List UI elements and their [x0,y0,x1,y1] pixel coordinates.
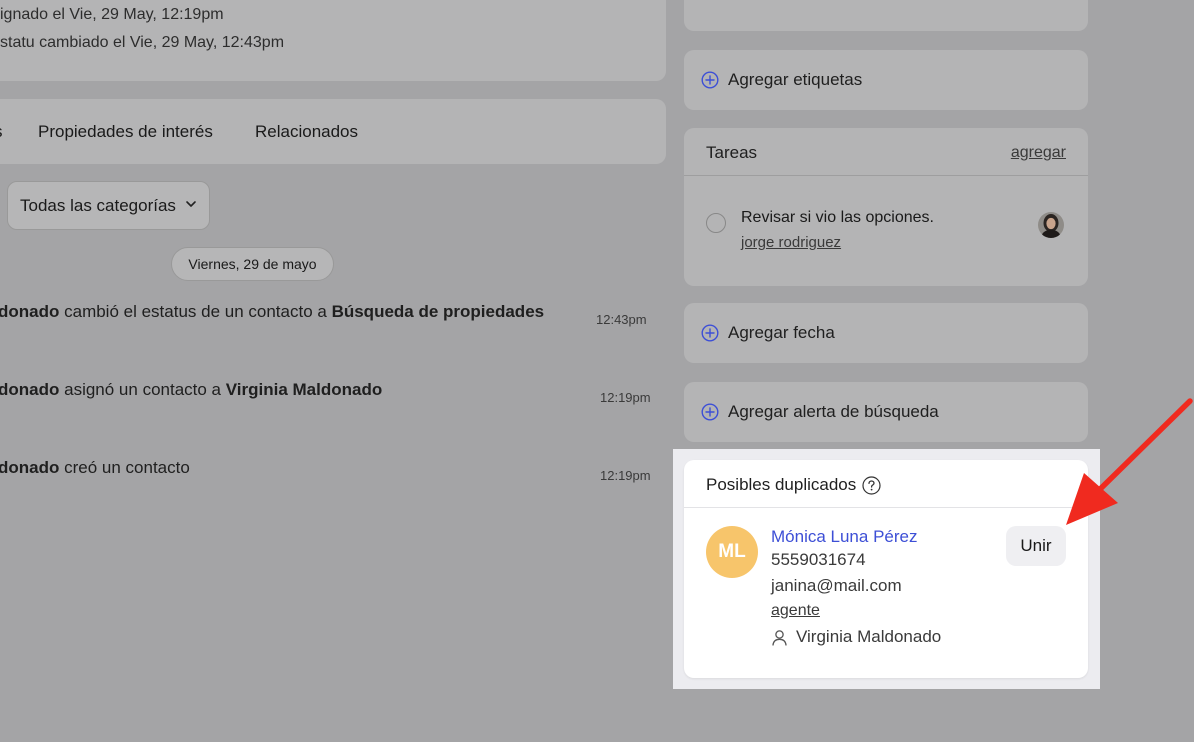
duplicate-contact-name-link[interactable]: Mónica Luna Pérez [771,527,917,547]
activity-item: donado creó un contacto [0,458,190,478]
divider [684,507,1088,508]
duplicate-contact-email: janina@mail.com [771,576,902,595]
plus-circle-icon [701,71,719,89]
activity-item: donado cambió el estatus de un contacto … [0,302,544,322]
activity-time: 12:19pm [600,390,651,405]
add-date-label: Agregar fecha [728,323,835,342]
divider [684,175,1088,176]
tab-partial[interactable]: s [0,122,3,142]
add-date-card[interactable]: Agregar fecha [684,303,1088,363]
activity-target: Búsqueda de propiedades [331,302,545,321]
possible-duplicates-card: Posibles duplicados ML Mónica Luna Pérez… [684,460,1088,678]
activity-time: 12:19pm [600,468,651,483]
assignee-avatar [1038,212,1064,238]
duplicate-contact-role-link[interactable]: agente [771,602,820,620]
status-history-card: ignado el Vie, 29 May, 12:19pm statu cam… [0,0,666,81]
plus-circle-icon [701,403,719,421]
activity-time: 12:43pm [596,312,647,327]
tasks-card: Tareas agregar Revisar si vio las opcion… [684,128,1088,286]
history-line-assigned: ignado el Vie, 29 May, 12:19pm [0,6,224,23]
chevron-down-icon [186,201,196,207]
user-icon [772,629,787,646]
add-search-alert-label: Agregar alerta de búsqueda [728,402,939,421]
task-assignee-link[interactable]: jorge rodriguez [741,234,841,251]
sidebar-top-card [684,0,1088,31]
duplicates-title-text: Posibles duplicados [706,475,857,494]
duplicate-contact-agent: Virginia Maldonado [771,627,941,647]
activity-action: cambió el estatus de un contacto a [59,302,332,321]
help-icon[interactable] [862,475,881,495]
activity-action: asignó un contacto a [59,380,226,399]
task-checkbox[interactable] [706,213,726,233]
agent-name: Virginia Maldonado [796,627,942,646]
activity-item: donado asignó un contacto a Virginia Mal… [0,380,382,400]
task-text: Revisar si vio las opciones. [741,209,934,226]
add-search-alert-card[interactable]: Agregar alerta de búsqueda [684,382,1088,442]
avatar-photo-icon [1038,212,1064,238]
add-task-link[interactable]: agregar [1011,144,1066,162]
category-dropdown[interactable]: Todas las categorías [7,181,210,230]
add-tags-label: Agregar etiquetas [728,70,863,89]
tab-related[interactable]: Relacionados [255,122,358,142]
timeline-date-pill: Viernes, 29 de mayo [171,247,334,281]
tasks-title: Tareas [706,143,758,162]
add-tags-card[interactable]: Agregar etiquetas [684,50,1088,110]
duplicates-title: Posibles duplicados [706,475,881,495]
contact-avatar: ML [706,526,758,578]
category-dropdown-label: Todas las categorías [20,195,176,215]
history-line-status: statu cambiado el Vie, 29 May, 12:43pm [0,34,285,51]
duplicate-contact-phone: 5559031674 [771,550,866,569]
activity-target: Virginia Maldonado [225,380,383,399]
activity-actor: donado [0,302,60,321]
activity-actor: donado [0,380,60,399]
activity-actor: donado [0,458,60,477]
red-arrow-annotation [1066,398,1193,525]
tabs-bar: s Propiedades de interés Relacionados [0,99,666,164]
activity-action: creó un contacto [59,458,190,477]
tab-properties-of-interest[interactable]: Propiedades de interés [38,122,213,142]
plus-circle-icon [701,324,719,342]
